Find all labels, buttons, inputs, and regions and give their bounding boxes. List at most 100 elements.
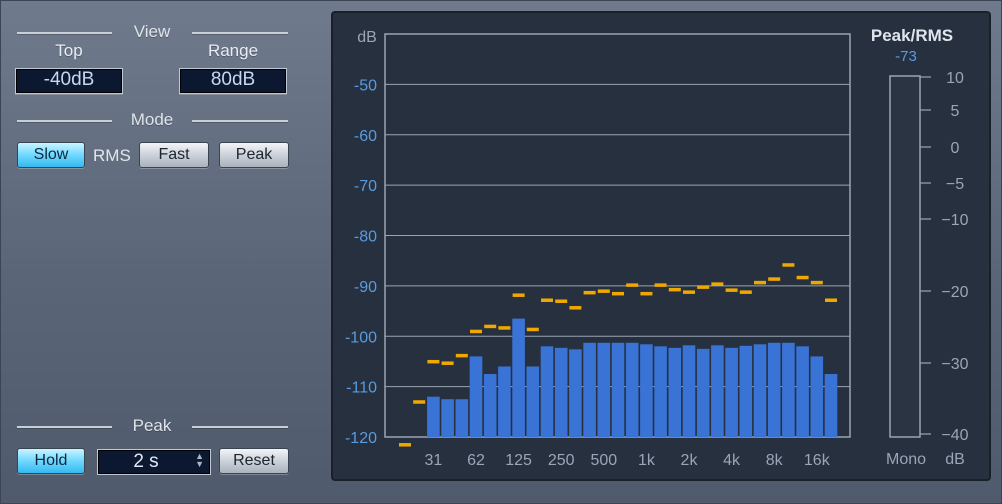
peak-marker bbox=[810, 280, 823, 285]
mode-title: Mode bbox=[130, 110, 174, 129]
peak-rule-left bbox=[17, 426, 112, 428]
peak-marker bbox=[612, 291, 624, 296]
meter-scale-label: −30 bbox=[941, 356, 968, 373]
hold-time-selector[interactable]: 2 s ▲ ▼ bbox=[97, 449, 211, 475]
peak-marker bbox=[754, 280, 766, 285]
range-value-field[interactable]: 80dB bbox=[179, 68, 287, 94]
rms-bar bbox=[654, 346, 667, 437]
x-tick-label: 125 bbox=[505, 452, 532, 469]
rms-bar bbox=[753, 344, 767, 437]
mono-label: Mono bbox=[886, 451, 926, 468]
y-tick-label: -90 bbox=[354, 279, 377, 296]
peak-marker bbox=[697, 285, 710, 289]
range-label: Range bbox=[207, 41, 259, 60]
peak-marker bbox=[739, 290, 752, 294]
rms-bar bbox=[597, 342, 611, 437]
view-rule-left bbox=[17, 32, 112, 34]
y-tick-label: -70 bbox=[354, 178, 377, 195]
rms-bar bbox=[611, 342, 625, 437]
rms-bar bbox=[668, 347, 682, 437]
plugin-window: View Top -40dB Range 80dB Mode Slow RMS … bbox=[0, 0, 1002, 504]
hold-button[interactable]: Hold bbox=[17, 448, 85, 474]
peak-marker bbox=[725, 288, 738, 292]
peak-marker bbox=[427, 359, 440, 364]
x-tick-label: 1k bbox=[638, 452, 656, 469]
meter-scale-label: −5 bbox=[946, 176, 964, 193]
mode-rule-right bbox=[192, 120, 288, 122]
x-tick-label: 16k bbox=[804, 452, 831, 469]
rms-bar bbox=[512, 318, 525, 437]
y-tick-label: -120 bbox=[345, 430, 377, 447]
meter-scale-label: −40 bbox=[941, 427, 968, 444]
y-tick-label: -50 bbox=[354, 77, 377, 94]
reset-button[interactable]: Reset bbox=[219, 448, 289, 474]
slow-button[interactable]: Slow bbox=[17, 142, 85, 168]
meter-scale-label: −20 bbox=[941, 284, 968, 301]
x-tick-label: 4k bbox=[723, 452, 741, 469]
rms-bar bbox=[483, 374, 497, 437]
rms-bar bbox=[540, 346, 554, 437]
x-tick-label: 62 bbox=[467, 452, 485, 469]
rms-bar bbox=[796, 346, 809, 437]
rms-bar bbox=[682, 345, 696, 437]
x-tick-label: 31 bbox=[425, 452, 443, 469]
peak-marker bbox=[825, 298, 837, 302]
y-tick-label: -100 bbox=[345, 329, 377, 346]
rms-bar bbox=[498, 366, 511, 437]
meter-title: Peak/RMS bbox=[871, 26, 953, 45]
stepper-arrows-icon: ▲ ▼ bbox=[195, 451, 204, 469]
rms-bar bbox=[824, 374, 838, 437]
x-tick-label: 500 bbox=[590, 452, 617, 469]
rms-bar bbox=[810, 356, 824, 437]
peak-mode-button[interactable]: Peak bbox=[219, 142, 289, 168]
peak-marker bbox=[668, 287, 681, 292]
fast-button[interactable]: Fast bbox=[139, 142, 209, 168]
peak-marker bbox=[583, 290, 596, 295]
rms-label: RMS bbox=[93, 146, 131, 165]
rms-bar bbox=[469, 356, 483, 437]
peak-marker bbox=[512, 293, 525, 297]
peak-marker bbox=[541, 298, 553, 302]
peak-title: Peak bbox=[132, 416, 172, 435]
x-tick-label: 8k bbox=[766, 452, 784, 469]
rms-bar bbox=[711, 345, 724, 437]
mode-rule-left bbox=[17, 120, 112, 122]
peak-marker bbox=[683, 290, 695, 294]
y-tick-label: -60 bbox=[354, 128, 377, 145]
peak-marker bbox=[441, 361, 454, 365]
y-tick-label: -110 bbox=[346, 380, 377, 397]
view-title: View bbox=[133, 22, 171, 41]
peak-marker bbox=[768, 277, 781, 281]
peak-marker bbox=[654, 283, 667, 287]
peak-marker bbox=[711, 282, 724, 286]
rms-bar bbox=[739, 345, 753, 437]
peak-marker bbox=[526, 327, 539, 332]
db-label: dB bbox=[945, 451, 965, 468]
meter-scale-label: 10 bbox=[946, 70, 964, 87]
top-label: Top bbox=[55, 41, 83, 60]
rms-bar bbox=[427, 396, 440, 437]
peak-marker bbox=[470, 329, 482, 334]
rms-bar bbox=[767, 342, 781, 437]
meter-scale-label: −10 bbox=[941, 212, 968, 229]
peak-marker bbox=[796, 275, 809, 280]
top-value-field[interactable]: -40dB bbox=[15, 68, 123, 94]
peak-marker bbox=[555, 299, 568, 303]
peak-marker bbox=[399, 443, 411, 447]
peak-marker bbox=[597, 289, 610, 293]
rms-bar bbox=[583, 342, 596, 437]
level-meter[interactable] bbox=[889, 75, 921, 438]
x-tick-label: 250 bbox=[548, 452, 575, 469]
rms-bar bbox=[455, 399, 469, 437]
peak-marker bbox=[413, 400, 426, 404]
analyzer-display: dB Peak/RMS -73 Mono dB -50 -60 -70 -80 -90 -… bbox=[331, 11, 991, 481]
x-tick-label: 2k bbox=[681, 452, 699, 469]
rms-bar bbox=[782, 342, 795, 437]
peak-marker bbox=[569, 306, 582, 310]
rms-bar bbox=[725, 347, 738, 437]
peak-rule-right bbox=[192, 426, 288, 428]
meter-value: -73 bbox=[895, 48, 917, 65]
peak-marker bbox=[640, 291, 653, 296]
rms-bar bbox=[554, 347, 568, 437]
rms-bar bbox=[526, 366, 540, 437]
